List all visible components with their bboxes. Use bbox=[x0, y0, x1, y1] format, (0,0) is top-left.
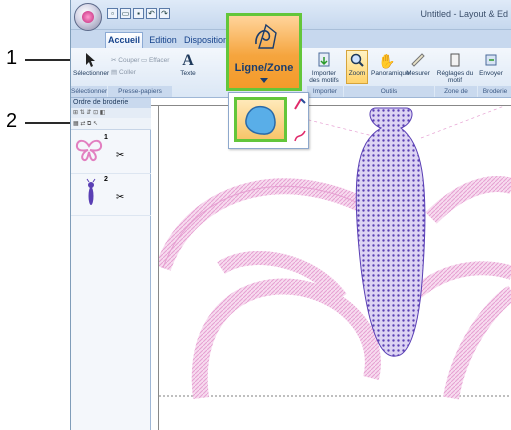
curve-tool-icon[interactable] bbox=[293, 129, 307, 143]
chevron-down-icon bbox=[260, 78, 268, 83]
tab-disposition[interactable]: Disposition bbox=[183, 32, 229, 48]
quick-access-toolbar: ▫ ▭ ▪ ↶ ↷ bbox=[107, 8, 170, 19]
panel-toolbar[interactable]: ⊞ ⇅ ⇵ ⊡ ◧ bbox=[71, 108, 151, 118]
sequence-item[interactable]: 1 ✂ bbox=[71, 132, 151, 174]
zoom-button[interactable]: Zoom bbox=[343, 52, 371, 77]
group-label-select: Sélectionner bbox=[71, 86, 108, 97]
butterfly-body-icon bbox=[86, 178, 96, 205]
app-logo-icon bbox=[82, 11, 94, 23]
pattern-settings-button[interactable]: Réglages du motif bbox=[436, 52, 474, 84]
callout-number-1: 1 bbox=[6, 47, 18, 69]
region-shape-button[interactable] bbox=[234, 97, 287, 142]
panel-title: Ordre de broderie bbox=[71, 98, 151, 108]
send-label: Envoyer bbox=[479, 70, 503, 77]
cursor-icon bbox=[86, 53, 95, 67]
send-icon bbox=[485, 54, 497, 66]
sequence-item[interactable]: 2 ✂ bbox=[71, 174, 151, 216]
group-label-clipboard: Presse-papiers bbox=[108, 86, 172, 97]
design-canvas[interactable] bbox=[151, 98, 511, 430]
new-icon[interactable]: ▫ bbox=[107, 8, 118, 19]
embroidery-order-panel: Ordre de broderie ⊞ ⇅ ⇵ ⊡ ◧ ▦ ⇄ ⧉ ↖ 1 ✂ … bbox=[71, 98, 151, 430]
ruler-horizontal bbox=[151, 98, 511, 106]
cut-label: Couper bbox=[118, 57, 140, 64]
paste-label: Coller bbox=[118, 69, 136, 76]
line-area-label: Ligne/Zone bbox=[234, 62, 294, 74]
cut-button[interactable]: ✂ Couper bbox=[111, 56, 140, 64]
line-area-button[interactable]: Ligne/Zone bbox=[226, 13, 302, 91]
tab-accueil[interactable]: Accueil bbox=[105, 32, 143, 48]
application-menu-button[interactable] bbox=[74, 3, 102, 31]
open-icon[interactable]: ▭ bbox=[120, 8, 131, 19]
embroidery-design bbox=[155, 98, 511, 400]
pan-button[interactable]: ✋ Panoramique bbox=[371, 52, 410, 77]
measure-button[interactable]: Mesurer bbox=[405, 52, 431, 77]
sequence-number: 1 bbox=[104, 134, 108, 141]
magnifier-icon bbox=[350, 53, 364, 67]
import-patterns-button[interactable]: Importer des motifs bbox=[307, 52, 341, 84]
hand-icon: ✋ bbox=[378, 53, 396, 69]
window-title: Untitled - Layout & Ed bbox=[420, 9, 508, 19]
callout-number-2: 2 bbox=[6, 110, 18, 132]
paste-button[interactable]: ▤ Coller bbox=[111, 68, 136, 76]
group-label-creation-area: Zone de création bbox=[435, 86, 477, 106]
butterfly-outline-icon bbox=[75, 139, 103, 162]
blob-shape-icon bbox=[245, 105, 276, 135]
tab-edition[interactable]: Edition bbox=[145, 32, 181, 48]
line-tool-icon[interactable] bbox=[293, 97, 307, 111]
select-button-label: Sélectionner bbox=[73, 70, 110, 77]
group-label-embroidery: Broderie bbox=[478, 86, 511, 97]
save-icon[interactable]: ▪ bbox=[133, 8, 144, 19]
app-window: ▫ ▭ ▪ ↶ ↷ Untitled - Layout & Ed Accueil… bbox=[70, 0, 511, 430]
group-label-tools: Outils bbox=[344, 86, 434, 97]
text-icon: A bbox=[182, 52, 194, 69]
scissors-icon: ✂ bbox=[116, 150, 125, 161]
send-button[interactable]: Envoyer bbox=[476, 52, 506, 77]
pattern-settings-label: Réglages du motif bbox=[436, 70, 474, 84]
pan-label: Panoramique bbox=[371, 70, 410, 77]
undo-icon[interactable]: ↶ bbox=[146, 8, 157, 19]
text-button[interactable]: A Texte bbox=[175, 52, 201, 77]
ruler-vertical bbox=[151, 106, 159, 430]
redo-icon[interactable]: ↷ bbox=[159, 8, 170, 19]
sequence-number: 2 bbox=[104, 176, 108, 183]
select-button[interactable]: Sélectionner bbox=[73, 52, 110, 77]
line-area-icon bbox=[255, 23, 277, 49]
scissors-icon: ✂ bbox=[116, 192, 125, 203]
import-icon bbox=[318, 52, 330, 67]
import-patterns-label: Importer des motifs bbox=[309, 70, 339, 84]
zoom-label: Zoom bbox=[348, 70, 366, 77]
ruler-icon bbox=[411, 53, 425, 67]
erase-button[interactable]: ▭ Effacer bbox=[141, 56, 169, 64]
group-label-import: Importer bbox=[307, 86, 343, 97]
settings-icon bbox=[450, 53, 460, 67]
erase-label: Effacer bbox=[148, 57, 170, 64]
panel-toolbar-secondary[interactable]: ▦ ⇄ ⧉ ↖ bbox=[71, 118, 151, 130]
text-button-label: Texte bbox=[180, 70, 196, 77]
measure-label: Mesurer bbox=[406, 70, 430, 77]
